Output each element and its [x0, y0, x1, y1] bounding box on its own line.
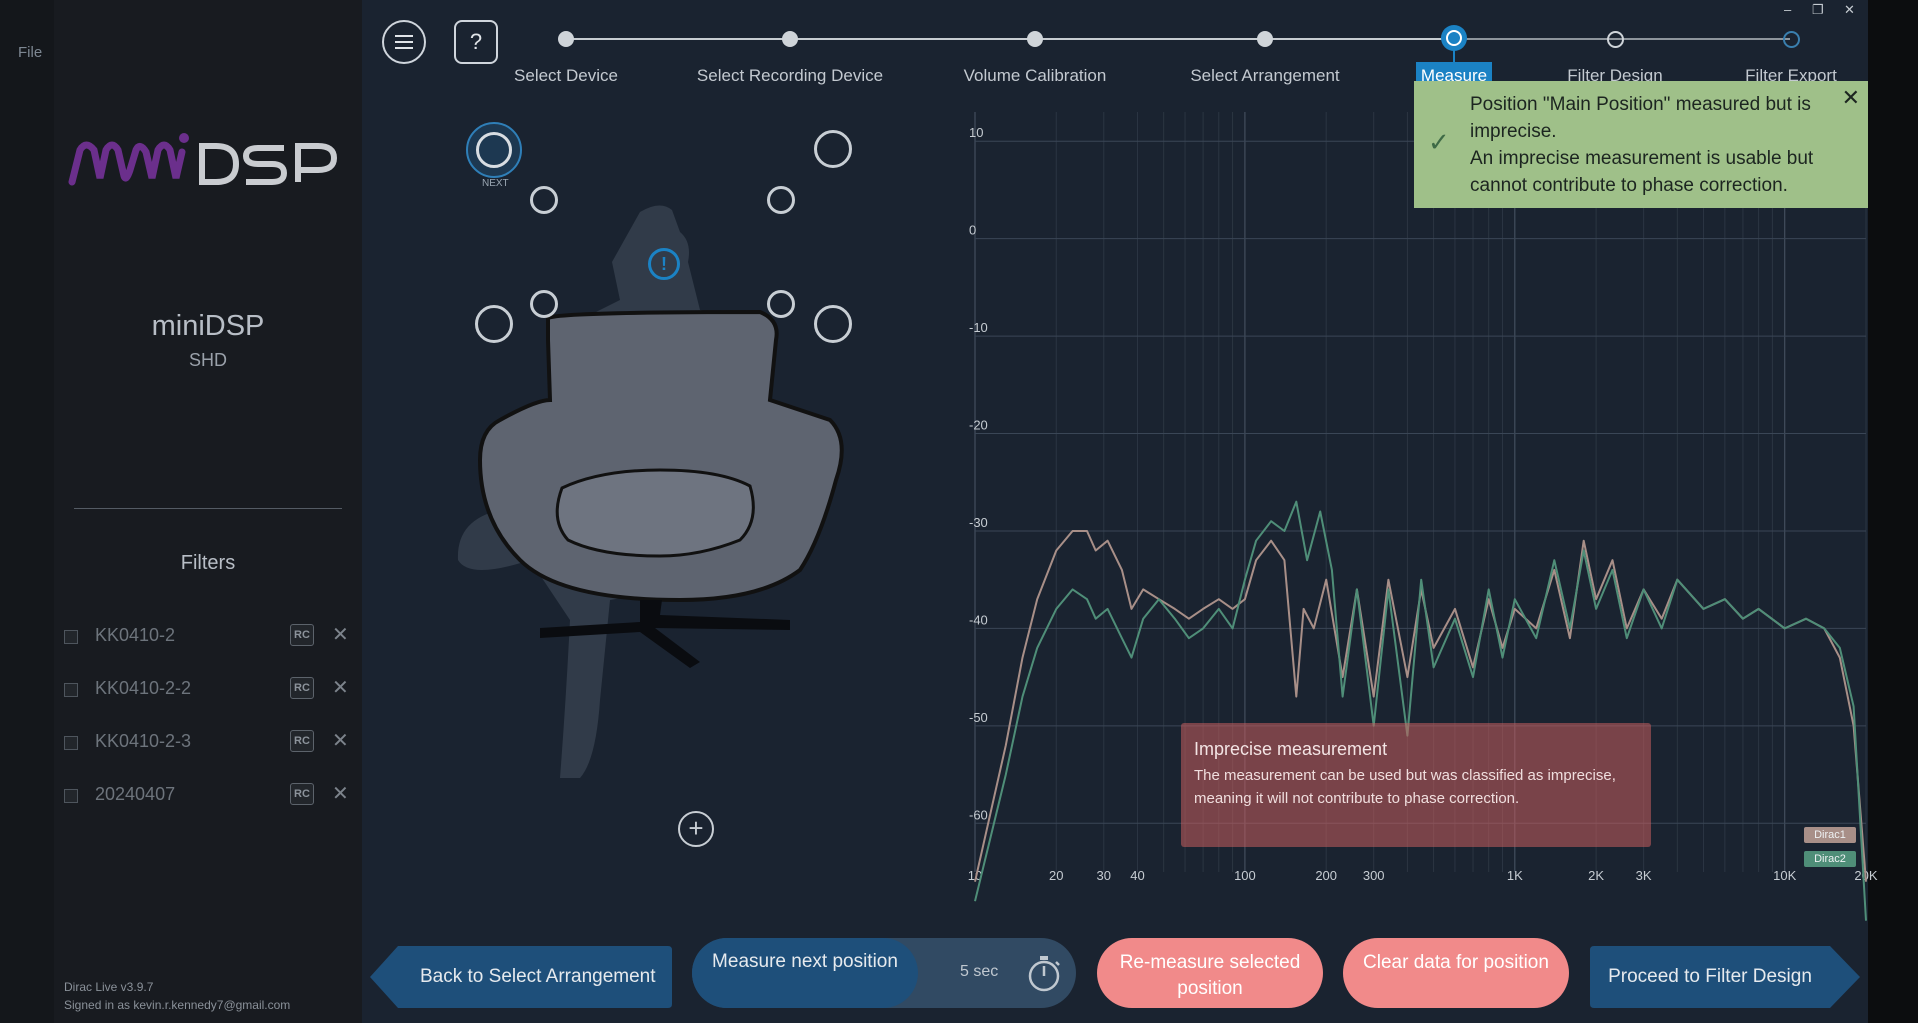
back-button[interactable]: Back to Select Arrangement — [370, 946, 672, 1008]
proceed-button[interactable]: Proceed to Filter Design — [1590, 946, 1860, 1008]
close-icon[interactable]: ✕ — [1842, 85, 1860, 111]
toast-line1: Position "Main Position" measured but is… — [1470, 94, 1811, 142]
measure-next-label: Measure next position — [712, 951, 898, 972]
measure-duration[interactable]: 5 sec — [960, 963, 998, 981]
check-icon: ✓ — [1428, 127, 1450, 157]
back-button-label: Back to Select Arrangement — [420, 966, 656, 987]
y-tick-label: 0 — [969, 223, 976, 238]
toast-message: Position "Main Position" measured but is… — [1470, 91, 1830, 199]
y-tick-label: -10 — [969, 320, 988, 335]
y-tick-label: -50 — [969, 710, 988, 725]
remeasure-label: Re-measure selected position — [1119, 952, 1301, 999]
measure-next-button[interactable]: Measure next position — [692, 938, 918, 1008]
measure-control[interactable]: Measure next position 5 sec — [692, 938, 1076, 1008]
x-tick-label: 2K — [1588, 868, 1604, 883]
x-tick-label: 300 — [1363, 868, 1385, 883]
measurement-toast: ✓ Position "Main Position" measured but … — [1414, 81, 1868, 208]
y-tick-label: -30 — [969, 515, 988, 530]
series-line-dirac2 — [974, 500, 1867, 921]
stopwatch-icon[interactable] — [1026, 954, 1062, 994]
warning-title: Imprecise measurement — [1194, 739, 1388, 759]
x-tick-label: 30 — [1097, 868, 1111, 883]
imprecise-warning: Imprecise measurement The measurement ca… — [1181, 723, 1651, 847]
y-tick-label: 10 — [969, 125, 983, 140]
y-tick-label: -40 — [969, 612, 988, 627]
proceed-button-label: Proceed to Filter Design — [1608, 966, 1812, 987]
x-tick-label: 1K — [1507, 868, 1523, 883]
x-tick-label: 200 — [1315, 868, 1337, 883]
x-tick-label: 100 — [1234, 868, 1256, 883]
toast-line2: An imprecise measurement is usable but c… — [1470, 148, 1814, 196]
y-tick-label: -60 — [969, 807, 988, 822]
x-tick-label: 3K — [1636, 868, 1652, 883]
legend-dirac1[interactable]: Dirac1 — [1804, 827, 1856, 843]
clear-data-label: Clear data for position — [1363, 952, 1549, 973]
clear-data-button[interactable]: Clear data for position — [1343, 938, 1569, 1008]
x-tick-label: 10K — [1773, 868, 1796, 883]
x-tick-label: 20 — [1049, 868, 1063, 883]
y-tick-label: -20 — [969, 418, 988, 433]
legend-dirac2[interactable]: Dirac2 — [1804, 851, 1856, 867]
warning-body: The measurement can be used but was clas… — [1194, 767, 1616, 807]
x-tick-label: 40 — [1130, 868, 1144, 883]
remeasure-button[interactable]: Re-measure selected position — [1097, 938, 1323, 1008]
